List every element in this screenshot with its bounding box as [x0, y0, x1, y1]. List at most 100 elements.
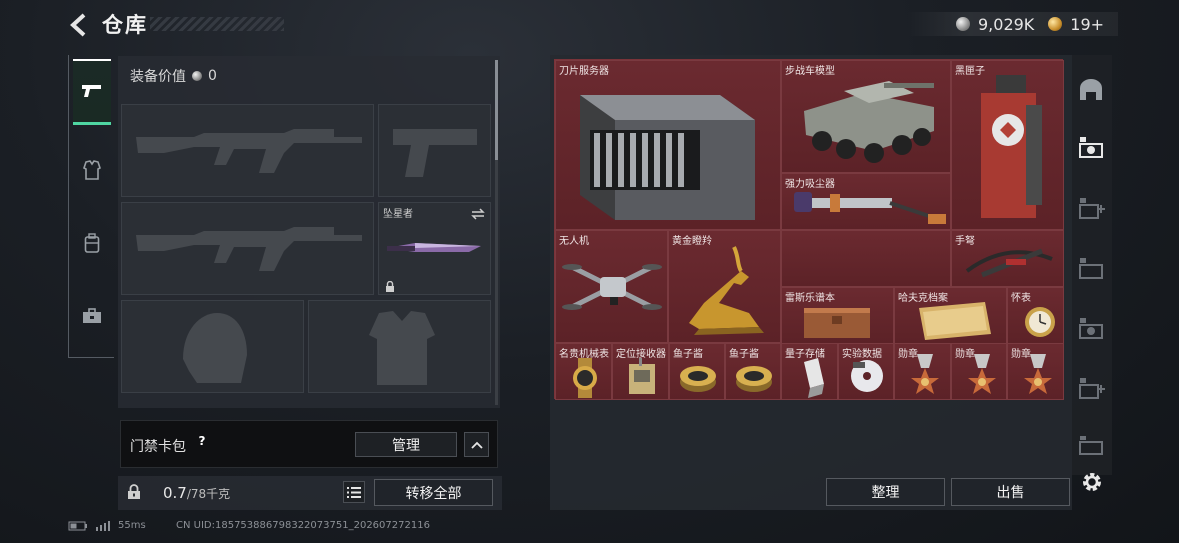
equipment-value: 装备价值 0 — [130, 66, 217, 86]
equipment-value-number: 0 — [208, 68, 217, 84]
settings-button[interactable] — [1080, 470, 1104, 494]
pocket-watch-image — [1025, 307, 1055, 337]
stash-item-blade-server[interactable]: 刀片服务器 — [555, 60, 781, 230]
stash-item-vacuum-cleaner[interactable]: 强力吸尘器 — [781, 173, 951, 230]
stash-item-medal-2[interactable]: 勋章 — [951, 343, 1007, 400]
stash-item-caviar-1[interactable]: 鱼子酱 — [669, 343, 725, 400]
blade-server-image — [580, 95, 755, 220]
list-icon — [347, 486, 361, 498]
chevron-up-icon — [470, 441, 483, 449]
equipment-scrollbar[interactable] — [495, 60, 498, 405]
helmet-slot[interactable] — [121, 300, 304, 393]
receiver-image — [629, 358, 655, 394]
silver-coin-icon — [192, 71, 202, 81]
melee-item-name: 坠星者 — [383, 209, 413, 220]
back-button[interactable] — [66, 12, 92, 38]
rifle-silhouette-icon — [136, 227, 362, 271]
stash-grid: 刀片服务器 步战车模型 黑匣子 强力吸尘器 无人机 黄金瞪羚 手弩 雷斯乐谱本 … — [554, 59, 1064, 400]
crossbow-image — [965, 248, 1053, 278]
left-category-nav — [68, 55, 114, 358]
ping-value: 55ms — [118, 520, 146, 531]
medal-image — [911, 354, 939, 394]
battery-icon — [68, 521, 87, 530]
stash-tab-3[interactable] — [1075, 313, 1107, 345]
signal-icon — [96, 520, 110, 531]
stash-item-quantum-storage[interactable]: 量子存储 — [781, 343, 838, 400]
armor-icon — [83, 160, 101, 180]
drone-image — [562, 264, 662, 310]
nav-backpack[interactable] — [73, 210, 111, 276]
lock-icon — [128, 484, 140, 499]
stash-tab-icon — [1079, 318, 1103, 339]
stash-item-black-box[interactable]: 黑匣子 — [951, 60, 1064, 230]
armor-slot[interactable] — [308, 300, 491, 393]
nav-toolbox[interactable] — [73, 283, 111, 349]
gold-currency-value: 19+ — [1070, 14, 1105, 34]
collapse-button[interactable] — [464, 432, 489, 457]
stash-tab-2[interactable] — [1075, 253, 1107, 285]
status-bar: 55ms — [68, 520, 146, 531]
pistol-icon — [82, 84, 101, 97]
currency-bar: 9,029K 19+ — [906, 12, 1118, 36]
knife-image — [387, 243, 481, 252]
rifle-silhouette-icon — [136, 129, 362, 173]
armored-vehicle-image — [804, 81, 934, 163]
stash-item-locator-receiver[interactable]: 定位接收器 — [612, 343, 669, 400]
pistol-silhouette-icon — [393, 129, 477, 177]
helmet-silhouette-icon — [183, 313, 247, 383]
transfer-all-button[interactable]: 转移全部 — [374, 479, 493, 506]
nav-armor[interactable] — [73, 137, 111, 203]
melee-slot[interactable]: 坠星者 — [378, 202, 491, 295]
stash-item-drone[interactable]: 无人机 — [555, 230, 668, 343]
stash-item-luxury-watch[interactable]: 名贵机械表 — [555, 343, 612, 400]
gear-icon — [1083, 473, 1101, 491]
stash-tab-icon — [1079, 258, 1103, 279]
book-image — [804, 308, 870, 338]
stash-tab-1[interactable] — [1075, 132, 1107, 164]
equipment-value-label: 装备价值 — [130, 69, 186, 85]
carry-weight: 0.7/78千克 — [163, 484, 230, 502]
primary-weapon-slot[interactable] — [121, 104, 374, 197]
backpack-icon — [84, 233, 100, 253]
stash-tab-add-1[interactable] — [1075, 193, 1107, 225]
add-stash-icon — [1079, 198, 1105, 219]
user-uid: CN UID:185753886798322073751_20260727211… — [176, 520, 430, 531]
stash-item-pocket-watch[interactable]: 怀表 — [1007, 287, 1064, 344]
black-box-image — [981, 75, 1042, 218]
nav-weapons[interactable] — [73, 59, 111, 125]
back-arrow-icon — [70, 13, 86, 37]
stash-item-crossbow[interactable]: 手弩 — [951, 230, 1064, 287]
golden-gazelle-image — [689, 246, 764, 335]
caviar-tin-image — [680, 366, 716, 392]
toolbox-icon — [83, 308, 101, 323]
list-view-button[interactable] — [343, 481, 365, 503]
help-button[interactable]: ? — [194, 434, 210, 450]
swap-icon[interactable] — [471, 208, 485, 220]
stash-tab-add-2[interactable] — [1075, 373, 1107, 405]
stash-item-ifv-model[interactable]: 步战车模型 — [781, 60, 951, 173]
stash-item-golden-gazelle[interactable]: 黄金瞪羚 — [668, 230, 781, 343]
stash-item-medal-3[interactable]: 勋章 — [1007, 343, 1064, 400]
stash-item-caviar-2[interactable]: 鱼子酱 — [725, 343, 781, 400]
secondary-weapon-slot[interactable] — [121, 202, 374, 295]
stash-item-medal-1[interactable]: 勋章 — [894, 343, 951, 400]
silver-coin-icon — [956, 17, 970, 31]
stash-item-haavk-file[interactable]: 哈夫克档案 — [894, 287, 1007, 344]
gold-coin-icon — [1048, 17, 1063, 31]
scrollbar-thumb[interactable] — [495, 60, 498, 160]
stash-item-empty[interactable] — [781, 230, 951, 287]
warehouse-icon — [1080, 79, 1102, 100]
sort-button[interactable]: 整理 — [826, 478, 945, 506]
wristwatch-image — [573, 358, 597, 398]
add-stash-icon — [1079, 378, 1105, 399]
stash-tab-4[interactable] — [1075, 430, 1107, 462]
manage-button[interactable]: 管理 — [355, 432, 457, 457]
stash-item-experiment-data[interactable]: 实验数据 — [838, 343, 894, 400]
pistol-slot[interactable] — [378, 104, 491, 197]
sell-button[interactable]: 出售 — [951, 478, 1070, 506]
stash-item-music-book[interactable]: 雷斯乐谱本 — [781, 287, 894, 344]
stash-tab-home[interactable] — [1075, 74, 1107, 106]
carry-weight-max: /78千克 — [186, 487, 231, 501]
stash-tab-icon — [1079, 137, 1103, 158]
page-title: 仓库 — [102, 13, 148, 37]
